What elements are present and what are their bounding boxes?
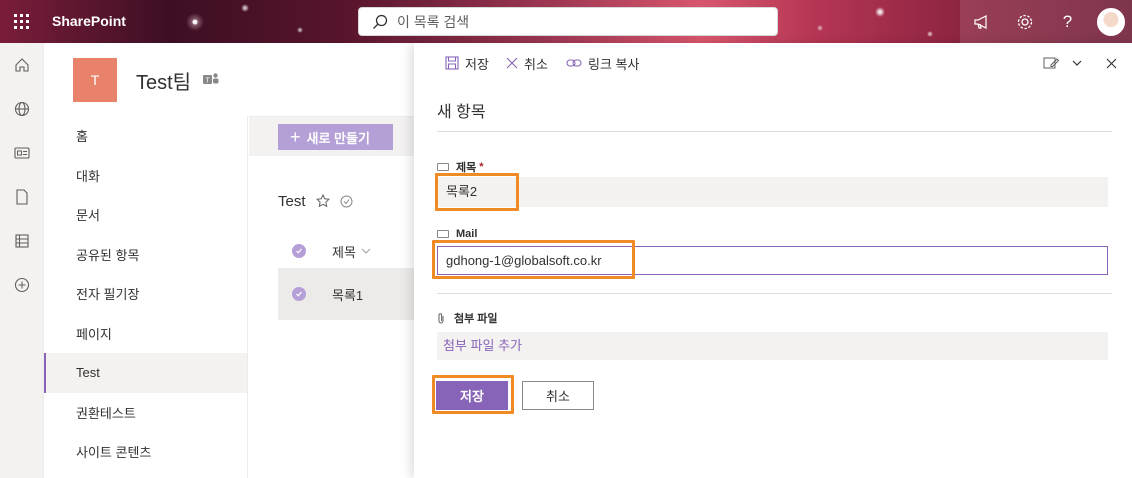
search-icon xyxy=(373,14,388,29)
nav-item[interactable]: 사이트 콘텐츠 xyxy=(44,432,247,472)
row-check-icon[interactable] xyxy=(292,287,306,301)
attachments-label: 첨부 파일 xyxy=(437,310,498,326)
globe-icon[interactable] xyxy=(0,87,44,131)
title-field-label: 제목 * xyxy=(437,159,484,175)
link-icon xyxy=(566,59,582,67)
column-header-title[interactable]: 제목 xyxy=(332,242,356,261)
star-icon[interactable] xyxy=(316,194,330,208)
text-field-icon xyxy=(437,163,449,171)
required-marker: * xyxy=(479,161,484,173)
new-item-panel: 저장 취소 링크 복사 새 항목 제목 * 목록2 Mail gdhong-1@… xyxy=(414,43,1132,478)
panel-cancel-label: 취소 xyxy=(524,56,548,72)
teams-icon[interactable]: T xyxy=(203,72,219,86)
search-placeholder: 이 목록 검색 xyxy=(397,13,470,30)
paperclip-icon xyxy=(438,313,444,324)
nav-item[interactable]: Test xyxy=(44,353,247,393)
site-logo[interactable]: T xyxy=(73,58,117,102)
panel-title: 새 항목 xyxy=(437,104,486,121)
waffle-icon[interactable] xyxy=(0,0,43,43)
save-icon xyxy=(445,56,459,70)
table-row[interactable]: 목록1 xyxy=(278,268,414,320)
new-button[interactable]: + 새로 만들기 xyxy=(278,124,393,150)
home-icon[interactable] xyxy=(0,43,44,87)
search-input[interactable]: 이 목록 검색 xyxy=(358,7,778,36)
panel-save-label: 저장 xyxy=(465,56,489,72)
select-all-check-icon[interactable] xyxy=(292,244,306,258)
nav-item[interactable]: 공유된 항목 xyxy=(44,235,247,275)
megaphone-icon[interactable] xyxy=(960,0,1003,43)
cancel-button[interactable]: 취소 xyxy=(522,381,594,410)
suite-bar: SharePoint 이 목록 검색 ? xyxy=(0,0,1132,43)
add-icon[interactable] xyxy=(0,263,44,307)
list-column-header: 제목 xyxy=(278,236,414,266)
divider xyxy=(437,293,1112,294)
list-icon[interactable] xyxy=(0,219,44,263)
svg-text:T: T xyxy=(206,78,211,85)
list-title: Test xyxy=(278,193,306,210)
chevron-down-icon[interactable] xyxy=(1072,54,1088,72)
following-check-icon[interactable] xyxy=(340,195,353,208)
file-icon[interactable] xyxy=(0,175,44,219)
copy-link-action[interactable]: 링크 복사 xyxy=(566,54,639,72)
divider xyxy=(437,131,1112,132)
row-title[interactable]: 목록1 xyxy=(332,285,363,304)
attach-label-text: 첨부 파일 xyxy=(454,313,498,325)
nav-item[interactable]: 페이지 xyxy=(44,314,247,354)
copy-link-label: 링크 복사 xyxy=(588,56,640,72)
edit-form-icon[interactable] xyxy=(1043,54,1065,72)
nav-item[interactable]: 권환테스트 xyxy=(44,393,247,433)
close-panel-icon[interactable] xyxy=(1106,54,1123,72)
text-field-icon xyxy=(437,230,449,238)
app-brand[interactable]: SharePoint xyxy=(52,0,126,43)
help-icon[interactable]: ? xyxy=(1046,0,1089,43)
chevron-down-icon[interactable] xyxy=(361,248,371,254)
suite-bar-actions: ? xyxy=(960,0,1132,43)
site-navigation: 홈 대화 문서 공유된 항목 전자 필기장 페이지 Test 권환테스트 사이트 콘텐츠 xyxy=(44,116,248,478)
nav-item[interactable]: 대화 xyxy=(44,156,247,196)
new-button-label: 새로 만들기 xyxy=(306,130,370,146)
site-title[interactable]: Test팀 xyxy=(136,66,191,95)
news-icon[interactable] xyxy=(0,131,44,175)
gear-icon[interactable] xyxy=(1003,0,1046,43)
nav-item[interactable]: 문서 xyxy=(44,195,247,235)
mail-field[interactable]: gdhong-1@globalsoft.co.kr xyxy=(437,246,1108,275)
panel-save-action[interactable]: 저장 xyxy=(445,54,489,72)
app-rail xyxy=(0,43,44,478)
close-icon xyxy=(506,57,518,69)
add-attachment-link[interactable]: 첨부 파일 추가 xyxy=(437,332,1108,360)
avatar[interactable] xyxy=(1089,0,1132,43)
plus-icon: + xyxy=(290,126,301,147)
nav-item[interactable]: 전자 필기장 xyxy=(44,274,247,314)
mail-label-text: Mail xyxy=(456,228,478,240)
title-field[interactable]: 목록2 xyxy=(437,177,1108,207)
title-label-text: 제목 xyxy=(456,162,477,174)
mail-field-label: Mail xyxy=(437,228,477,240)
save-button[interactable]: 저장 xyxy=(436,381,508,410)
nav-item[interactable]: 홈 xyxy=(44,116,247,156)
panel-cancel-action[interactable]: 취소 xyxy=(506,54,548,72)
